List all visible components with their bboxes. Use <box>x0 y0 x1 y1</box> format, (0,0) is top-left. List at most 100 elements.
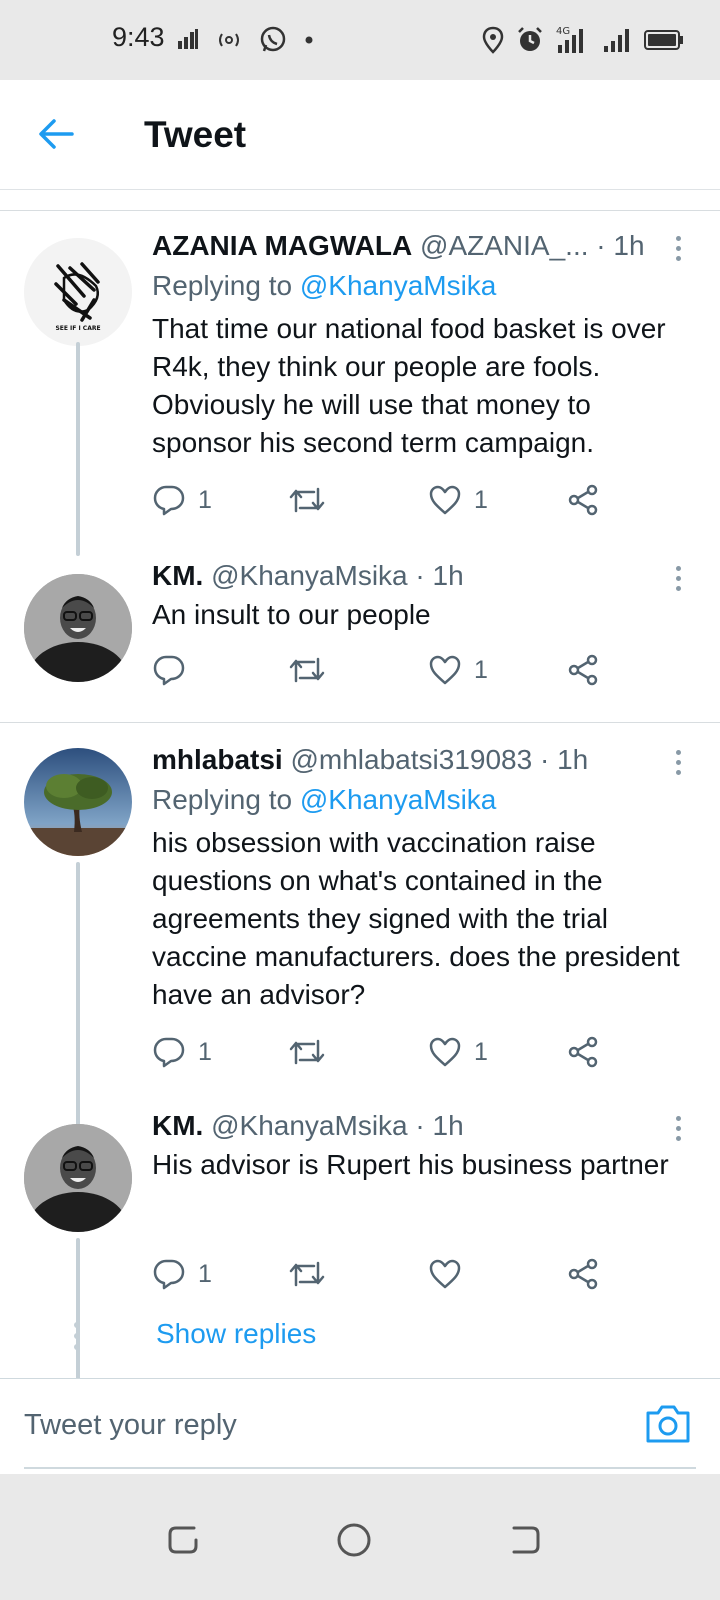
reply-button[interactable]: 1 <box>152 480 212 520</box>
like-button[interactable]: 1 <box>428 650 488 690</box>
tweet-actions: 1 1 <box>152 480 632 520</box>
replying-to: Replying to @KhanyaMsika <box>152 784 496 816</box>
author-handle[interactable]: @KhanyaMsika <box>211 560 408 591</box>
divider <box>0 722 720 723</box>
share-icon <box>568 654 598 686</box>
author-name[interactable]: KM. <box>152 1110 203 1141</box>
like-button[interactable]: 1 <box>428 480 488 520</box>
back-icon <box>512 1526 540 1554</box>
tweet-text: His advisor is Rupert his business partn… <box>152 1149 669 1180</box>
page-title: Tweet <box>144 114 247 155</box>
author-handle[interactable]: @AZANIA_... <box>420 230 588 261</box>
like-count: 1 <box>474 1037 488 1066</box>
reply-button[interactable]: 1 <box>152 1032 212 1072</box>
avatar[interactable]: SEE IF I CARE <box>24 238 132 346</box>
tweet-time[interactable]: 1h <box>557 744 588 775</box>
reply-icon <box>153 1259 185 1290</box>
more-options-icon[interactable] <box>666 230 690 266</box>
home-button[interactable] <box>334 1520 374 1560</box>
tweet-time[interactable]: 1h <box>433 1110 464 1141</box>
battery-icon <box>644 24 684 56</box>
separator: · <box>415 560 425 591</box>
share-button[interactable] <box>566 1032 600 1072</box>
author-name[interactable]: mhlabatsi <box>152 744 283 775</box>
avatar[interactable] <box>24 748 132 856</box>
heart-icon <box>429 1037 461 1067</box>
share-button[interactable] <box>566 480 600 520</box>
show-replies-link[interactable]: Show replies <box>156 1318 316 1350</box>
like-button[interactable]: 1 <box>428 1032 488 1072</box>
mention-link[interactable]: @KhanyaMsika <box>300 270 497 301</box>
location-icon <box>482 24 504 56</box>
whatsapp-icon <box>258 24 288 56</box>
author-name[interactable]: AZANIA MAGWALA <box>152 230 412 261</box>
share-icon <box>568 1258 598 1290</box>
divider <box>0 210 720 211</box>
share-icon <box>568 484 598 516</box>
status-left-icons <box>176 24 314 56</box>
avatar[interactable] <box>24 1124 132 1232</box>
author-handle[interactable]: @mhlabatsi319083 <box>290 744 532 775</box>
reply-input[interactable]: Tweet your reply <box>24 1409 237 1442</box>
reply-button[interactable]: 1 <box>152 1254 212 1294</box>
author-handle[interactable]: @KhanyaMsika <box>211 1110 408 1141</box>
status-right-icons: 4G <box>482 24 684 56</box>
avatar-caption: SEE IF I CARE <box>55 325 100 332</box>
tweet-time[interactable]: 1h <box>613 230 644 261</box>
network-label: 4G <box>556 26 570 37</box>
retweet-button[interactable] <box>288 650 338 690</box>
heart-icon <box>429 655 461 685</box>
avatar[interactable] <box>24 574 132 682</box>
share-button[interactable] <box>566 650 600 690</box>
separator: · <box>539 744 550 775</box>
thread-line <box>76 342 80 556</box>
tweet-time[interactable]: 1h <box>433 560 464 591</box>
back-button[interactable] <box>34 112 78 156</box>
more-options-icon[interactable] <box>666 1110 690 1146</box>
recent-apps-button[interactable] <box>164 1520 204 1560</box>
reply-icon <box>153 655 185 686</box>
reply-count: 1 <box>198 485 212 514</box>
retweet-icon <box>289 1261 325 1287</box>
separator: · <box>596 230 606 261</box>
author-name[interactable]: KM. <box>152 560 203 591</box>
retweet-button[interactable] <box>288 1032 338 1072</box>
tweet-header: KM. @KhanyaMsika · 1h <box>152 560 652 592</box>
dot-icon <box>304 24 314 56</box>
retweet-button[interactable] <box>288 1254 338 1294</box>
input-underline <box>24 1467 696 1469</box>
camera-button[interactable] <box>644 1401 692 1449</box>
reply-button[interactable] <box>152 650 198 690</box>
tweet-header: mhlabatsi @mhlabatsi319083 · 1h <box>152 744 652 776</box>
camera-icon <box>646 1405 690 1443</box>
status-bar: 9:43 4G <box>0 0 720 80</box>
more-options-icon[interactable] <box>666 744 690 780</box>
tweet-header: AZANIA MAGWALA @AZANIA_... · 1h <box>152 230 652 262</box>
alarm-icon <box>516 24 544 56</box>
share-button[interactable] <box>566 1254 600 1294</box>
status-time: 9:43 <box>112 22 165 52</box>
tweet-text: his obsession with vaccination raise que… <box>152 827 680 1010</box>
share-icon <box>568 1036 598 1068</box>
tweet-header: KM. @KhanyaMsika · 1h <box>152 1110 652 1142</box>
system-nav-bar <box>0 1474 720 1600</box>
replying-prefix: Replying to <box>152 784 293 815</box>
heart-icon <box>429 1259 461 1289</box>
reply-count: 1 <box>198 1259 212 1288</box>
reply-icon <box>153 485 185 516</box>
reply-composer: Tweet your reply <box>0 1378 720 1474</box>
tweet-actions: 1 <box>152 1254 632 1294</box>
like-count: 1 <box>474 485 488 514</box>
reply-icon <box>153 1037 185 1068</box>
back-nav-button[interactable] <box>504 1520 544 1560</box>
like-count: 1 <box>474 655 488 684</box>
like-button[interactable] <box>428 1254 474 1294</box>
thread-line <box>76 862 80 1132</box>
retweet-button[interactable] <box>288 480 338 520</box>
reply-count: 1 <box>198 1037 212 1066</box>
more-options-icon[interactable] <box>666 560 690 596</box>
nfc-icon <box>216 24 242 56</box>
mention-link[interactable]: @KhanyaMsika <box>300 784 497 815</box>
tweet-actions: 1 <box>152 650 632 690</box>
signal-4g-icon: 4G <box>556 24 590 56</box>
